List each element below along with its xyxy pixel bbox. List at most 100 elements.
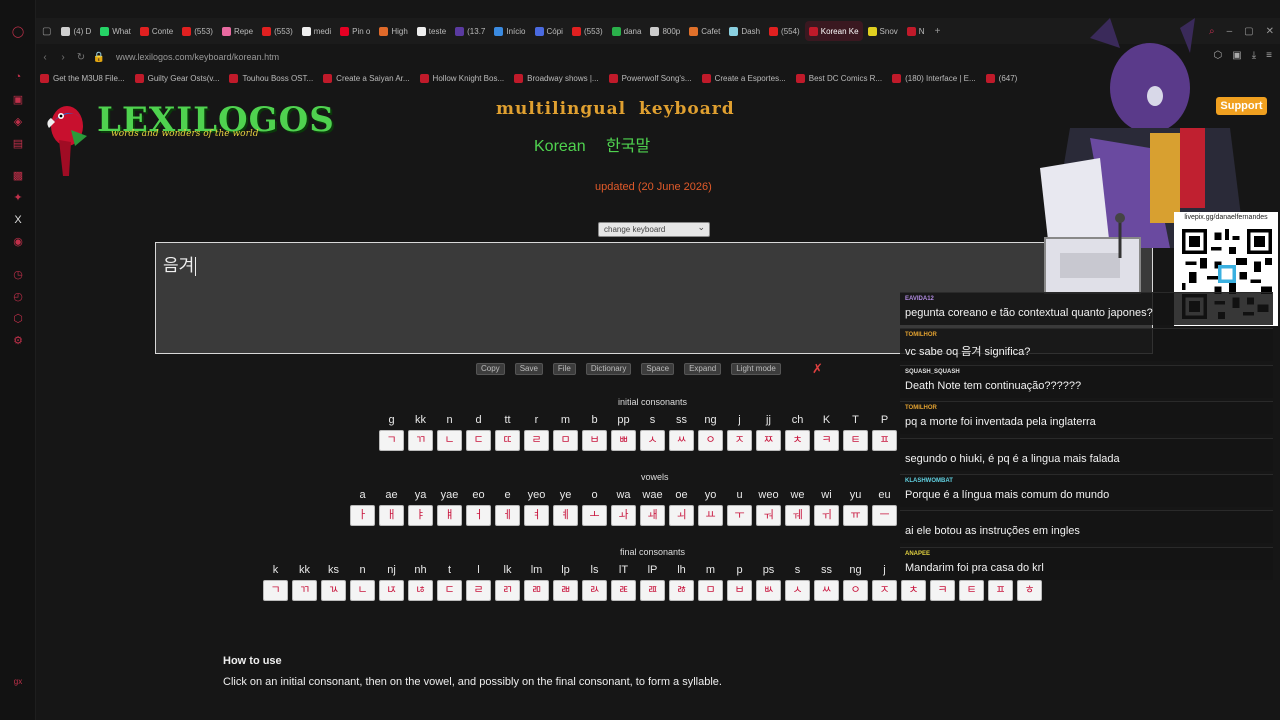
extensions-icon[interactable]: ⬡ — [11, 312, 25, 326]
browser-tab[interactable]: (554) — [765, 21, 804, 41]
jamo-key-button[interactable]: ㅚ — [669, 505, 694, 526]
jamo-key-button[interactable]: ㅝ — [756, 505, 781, 526]
player-icon[interactable]: ▤ — [11, 137, 25, 151]
gx-corner-icon[interactable]: ◈ — [11, 115, 25, 129]
clear-button[interactable]: ✗ — [812, 361, 823, 377]
key-initial[interactable]: kk ㄲ — [408, 413, 433, 451]
jamo-key-button[interactable]: ㅠ — [843, 505, 868, 526]
copy-button[interactable]: Copy — [476, 363, 505, 375]
jamo-key-button[interactable]: ㅉ — [756, 430, 781, 451]
jamo-key-button[interactable]: ㄷ — [466, 430, 491, 451]
bookmark-item[interactable]: (180) Interface | E... — [892, 74, 976, 83]
browser-tab[interactable]: Conte — [136, 21, 177, 41]
jamo-key-button[interactable]: ㅏ — [350, 505, 375, 526]
jamo-key-button[interactable]: ㅈ — [872, 580, 897, 601]
new-tab-icon[interactable]: + — [929, 26, 947, 37]
browser-tab[interactable]: Início — [490, 21, 529, 41]
back-icon[interactable]: ‹ — [36, 52, 54, 63]
jamo-key-button[interactable]: ㅍ — [988, 580, 1013, 601]
jamo-key-button[interactable]: ㄶ — [408, 580, 433, 601]
jamo-key-button[interactable]: ㄱ — [263, 580, 288, 601]
file-button[interactable]: File — [552, 363, 576, 375]
bookmark-item[interactable]: (647) — [985, 74, 1017, 83]
jamo-key-button[interactable]: ㅟ — [814, 505, 839, 526]
key-vowels[interactable]: wae ㅙ — [640, 488, 665, 526]
jamo-key-button[interactable]: ㅌ — [959, 580, 984, 601]
jamo-key-button[interactable]: ㅌ — [843, 430, 868, 451]
key-finals[interactable]: ps ㅄ — [756, 563, 781, 601]
jamo-key-button[interactable]: ㅅ — [785, 580, 810, 601]
key-vowels[interactable]: wa ㅘ — [611, 488, 636, 526]
jamo-key-button[interactable]: ㅔ — [495, 505, 520, 526]
jamo-key-button[interactable]: ㄻ — [524, 580, 549, 601]
jamo-key-button[interactable]: ㅀ — [669, 580, 694, 601]
jamo-key-button[interactable]: ㅅ — [640, 430, 665, 451]
key-finals[interactable]: nㄴ — [350, 563, 375, 601]
browser-tab[interactable]: Dash — [725, 21, 764, 41]
key-finals[interactable]: lk ㄺ — [495, 563, 520, 601]
key-initial[interactable]: sㅅ — [640, 413, 665, 451]
key-finals[interactable]: mㅁ — [698, 563, 723, 601]
jamo-key-button[interactable]: ㅂ — [727, 580, 752, 601]
key-vowels[interactable]: yeo ㅕ — [524, 488, 549, 526]
browser-tab[interactable]: (553) — [178, 21, 217, 41]
jamo-key-button[interactable]: ㅜ — [727, 505, 752, 526]
browser-tab[interactable]: (13.7 — [451, 21, 489, 41]
jamo-key-button[interactable]: ㅞ — [785, 505, 810, 526]
close-window-icon[interactable]: ✕ — [1260, 26, 1280, 37]
browser-tab[interactable]: dana — [608, 21, 646, 41]
history-icon[interactable]: ◷ — [11, 268, 25, 282]
key-vowels[interactable]: oㅗ — [582, 488, 607, 526]
key-initial[interactable]: nㄴ — [437, 413, 462, 451]
jamo-key-button[interactable]: ㅆ — [669, 430, 694, 451]
jamo-key-button[interactable]: ㅛ — [698, 505, 723, 526]
key-finals[interactable]: ls ㄽ — [582, 563, 607, 601]
browser-tab[interactable]: What — [96, 21, 135, 41]
key-initial[interactable]: rㄹ — [524, 413, 549, 451]
key-vowels[interactable]: ye ㅖ — [553, 488, 578, 526]
key-initial[interactable]: bㅂ — [582, 413, 607, 451]
jamo-key-button[interactable]: ㅄ — [756, 580, 781, 601]
key-finals[interactable]: ss ㅆ — [814, 563, 839, 601]
bookmark-item[interactable]: Hollow Knight Bos... — [419, 74, 504, 83]
key-finals[interactable]: ks ㄳ — [321, 563, 346, 601]
key-vowels[interactable]: weo ㅝ — [756, 488, 781, 526]
jamo-key-button[interactable]: ㄲ — [292, 580, 317, 601]
bookmark-item[interactable]: Create a Esportes... — [701, 74, 786, 83]
jamo-key-button[interactable]: ㄼ — [553, 580, 578, 601]
browser-tab[interactable]: 800p — [646, 21, 684, 41]
key-vowels[interactable]: eu ㅡ — [872, 488, 897, 526]
clock-icon[interactable]: ◴ — [11, 290, 25, 304]
key-vowels[interactable]: wi ㅟ — [814, 488, 839, 526]
jamo-key-button[interactable]: ㄳ — [321, 580, 346, 601]
browser-tab[interactable]: Cópi — [531, 21, 567, 41]
browser-tab[interactable]: (553) — [568, 21, 607, 41]
browser-tab[interactable]: teste — [413, 21, 450, 41]
jamo-key-button[interactable]: ㄺ — [495, 580, 520, 601]
jamo-key-button[interactable]: ㅘ — [611, 505, 636, 526]
jamo-key-button[interactable]: ㅕ — [524, 505, 549, 526]
instagram-icon[interactable]: ◉ — [11, 235, 25, 249]
download-icon[interactable]: ⤓ — [1252, 50, 1256, 61]
x-icon[interactable]: X — [11, 213, 25, 227]
jamo-key-button[interactable]: ㄷ — [437, 580, 462, 601]
browser-tab[interactable]: Snov — [864, 21, 902, 41]
key-vowels[interactable]: ae ㅐ — [379, 488, 404, 526]
key-initial[interactable]: ss ㅆ — [669, 413, 694, 451]
jamo-key-button[interactable]: ㅋ — [814, 430, 839, 451]
menu-icon[interactable]: ≡ — [1266, 50, 1272, 61]
jamo-key-button[interactable]: ㅙ — [640, 505, 665, 526]
key-vowels[interactable]: yae ㅒ — [437, 488, 462, 526]
jamo-key-button[interactable]: ㅊ — [785, 430, 810, 451]
key-initial[interactable]: ng ㅇ — [698, 413, 723, 451]
bookmark-item[interactable]: Touhou Boss OST... — [229, 74, 313, 83]
jamo-key-button[interactable]: ㅗ — [582, 505, 607, 526]
jamo-key-button[interactable]: ㅇ — [843, 580, 868, 601]
key-vowels[interactable]: uㅜ — [727, 488, 752, 526]
jamo-key-button[interactable]: ㅎ — [1017, 580, 1042, 601]
key-initial[interactable]: ch ㅊ — [785, 413, 810, 451]
key-finals[interactable]: sㅅ — [785, 563, 810, 601]
jamo-key-button[interactable]: ㅖ — [553, 505, 578, 526]
key-initial[interactable]: dㄷ — [466, 413, 491, 451]
jamo-key-button[interactable]: ㄾ — [611, 580, 636, 601]
